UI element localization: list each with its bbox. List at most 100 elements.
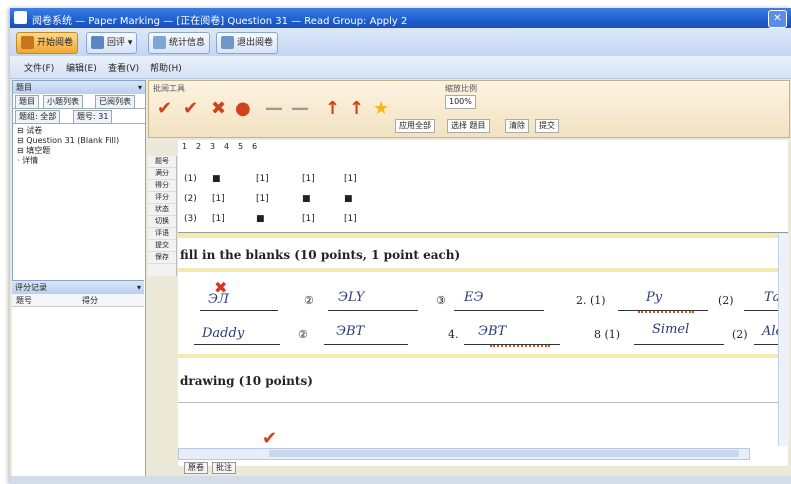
exit-icon <box>221 36 234 49</box>
tree-item[interactable]: ⊟ 填空题 <box>17 146 141 156</box>
underline-icon[interactable]: — <box>265 99 283 119</box>
pin-icon[interactable]: ▾ <box>138 81 142 94</box>
menu-view[interactable]: 查看(V) <box>108 61 139 74</box>
tree-item[interactable]: ⊟ Question 31 (Blank Fill) <box>17 136 141 146</box>
handwritten-answer: ЕЭ <box>464 290 484 305</box>
highlight-band <box>178 354 788 358</box>
pen-icon <box>21 36 34 49</box>
tab-annotations[interactable]: 批注 <box>212 462 236 474</box>
divider <box>178 402 788 403</box>
side-item[interactable]: 状态 <box>148 204 176 216</box>
answer-line <box>328 310 418 311</box>
tree-item[interactable]: · 详情 <box>17 156 141 166</box>
answer-line <box>324 344 408 345</box>
half-correct-icon[interactable]: ✔ <box>183 99 198 119</box>
app-window: 阅卷系统 — Paper Marking — [正在阅卷] Question 3… <box>10 8 791 484</box>
wavy-underline <box>490 342 550 347</box>
side-item[interactable]: 满分 <box>148 168 176 180</box>
correct-icon[interactable]: ✔ <box>157 99 172 119</box>
pane-filters: 题组: 全部 题号: 31 <box>13 109 145 124</box>
tab-marked[interactable]: 已阅列表 <box>95 95 135 109</box>
handwritten-answer: ЭВТ <box>478 324 507 339</box>
side-strip: 题号 满分 得分 评分 状态 切换 评语 提交 保存 <box>148 156 177 276</box>
star-icon[interactable]: ★ <box>373 99 389 119</box>
title-bar[interactable]: 阅卷系统 — Paper Marking — [正在阅卷] Question 3… <box>10 8 791 28</box>
line-icon[interactable]: — <box>291 99 309 119</box>
handwritten-answer: ЭLY <box>338 290 365 305</box>
blank-number: 2. (1) <box>576 294 606 307</box>
side-item[interactable]: 得分 <box>148 180 176 192</box>
arrow-up-icon[interactable]: ↑ <box>325 99 340 119</box>
select-question-button[interactable]: 选择 题目 <box>447 119 490 133</box>
circle-icon[interactable]: ● <box>235 99 251 119</box>
horizontal-scrollbar[interactable] <box>178 448 750 460</box>
tab-questions[interactable]: 题目 <box>15 95 39 109</box>
main-toolbar: 开始阅卷 回评 ▾ 统计信息 退出阅卷 <box>10 28 791 57</box>
zoom-select[interactable]: 100% <box>445 95 476 109</box>
chart-icon <box>153 36 166 49</box>
handwritten-answer: Ру <box>646 290 663 305</box>
tab-sub-questions[interactable]: 小题列表 <box>43 95 83 109</box>
check-mark-icon: ✔ <box>262 428 278 449</box>
pane-header: 题目 ▾ <box>13 81 145 94</box>
column-header: 题号 得分 <box>12 294 144 307</box>
question-filter[interactable]: 题号: 31 <box>73 110 113 124</box>
answer-sheet-image[interactable]: fill in the blanks (10 points, 1 point e… <box>178 234 788 466</box>
side-item[interactable]: 保存 <box>148 252 176 264</box>
scroll-thumb[interactable] <box>269 450 739 457</box>
statistics-button[interactable]: 统计信息 <box>148 32 211 54</box>
menu-edit[interactable]: 编辑(E) <box>66 61 97 74</box>
review-button[interactable]: 回评 ▾ <box>86 32 138 54</box>
wrong-icon[interactable]: ✖ <box>211 99 226 119</box>
handwritten-answer: ЭЛ <box>208 292 229 307</box>
blank-number: 4. <box>448 328 459 341</box>
blank-number: ② <box>304 294 314 307</box>
zoom-label: 缩放比例 <box>445 84 477 93</box>
highlight-band <box>178 268 788 272</box>
menu-bar: 文件(F) 编辑(E) 查看(V) 帮助(H) <box>10 56 791 79</box>
side-item[interactable]: 评语 <box>148 228 176 240</box>
blank-number: ③ <box>436 294 446 307</box>
arrow-up-icon[interactable]: ↑ <box>349 99 364 119</box>
score-record-pane: 评分记录 ▾ 题号 得分 <box>12 280 144 481</box>
vertical-scrollbar[interactable] <box>778 234 789 446</box>
wavy-underline <box>638 308 694 313</box>
side-item[interactable]: 评分 <box>148 192 176 204</box>
submit-button[interactable]: 提交 <box>535 119 559 133</box>
menu-help[interactable]: 帮助(H) <box>150 61 182 74</box>
app-icon <box>14 11 27 24</box>
section-title: drawing (10 points) <box>180 374 313 388</box>
section-title: fill in the blanks (10 points, 1 point e… <box>180 248 461 262</box>
answer-line <box>634 344 724 345</box>
tree-item[interactable]: ⊟ 试卷 <box>17 126 141 136</box>
status-bar <box>10 476 791 484</box>
side-item[interactable]: 题号 <box>148 156 176 168</box>
pane-header: 评分记录 ▾ <box>12 281 144 294</box>
handwritten-answer: ЭВТ <box>336 324 365 339</box>
question-tree: ⊟ 试卷 ⊟ Question 31 (Blank Fill) ⊟ 填空题 · … <box>13 124 145 168</box>
answer-line <box>454 310 544 311</box>
close-icon[interactable]: ✕ <box>768 10 787 28</box>
window-title: 阅卷系统 — Paper Marking — [正在阅卷] Question 3… <box>32 16 408 27</box>
blank-number: (2) <box>732 328 748 341</box>
start-marking-button[interactable]: 开始阅卷 <box>16 32 79 54</box>
handwritten-answer: Simel <box>652 322 690 337</box>
answer-line <box>200 310 278 311</box>
marking-toolbar: 批阅工具 ✔ ✔ ✖ ● — — ↑ ↑ ★ 缩放比例 100% 应用全部 选择… <box>148 80 790 138</box>
tab-original[interactable]: 原卷 <box>184 462 208 474</box>
side-item[interactable]: 切换 <box>148 216 176 228</box>
view-tabs: 原卷 批注 <box>178 462 788 474</box>
pane-tabs: 题目 小题列表 已阅列表 <box>13 94 145 109</box>
highlight-band <box>178 234 788 238</box>
apply-all-button[interactable]: 应用全部 <box>395 119 435 133</box>
exit-marking-button[interactable]: 退出阅卷 <box>216 32 279 54</box>
handwritten-answer: Daddy <box>202 326 245 341</box>
blank-number: ② <box>298 328 308 341</box>
pin-icon[interactable]: ▾ <box>137 281 141 294</box>
clear-button[interactable]: 清除 <box>505 119 529 133</box>
menu-file[interactable]: 文件(F) <box>24 61 54 74</box>
side-item[interactable]: 提交 <box>148 240 176 252</box>
review-icon <box>91 36 104 49</box>
blank-number: 8 (1) <box>594 328 621 341</box>
group-filter[interactable]: 题组: 全部 <box>15 110 61 124</box>
